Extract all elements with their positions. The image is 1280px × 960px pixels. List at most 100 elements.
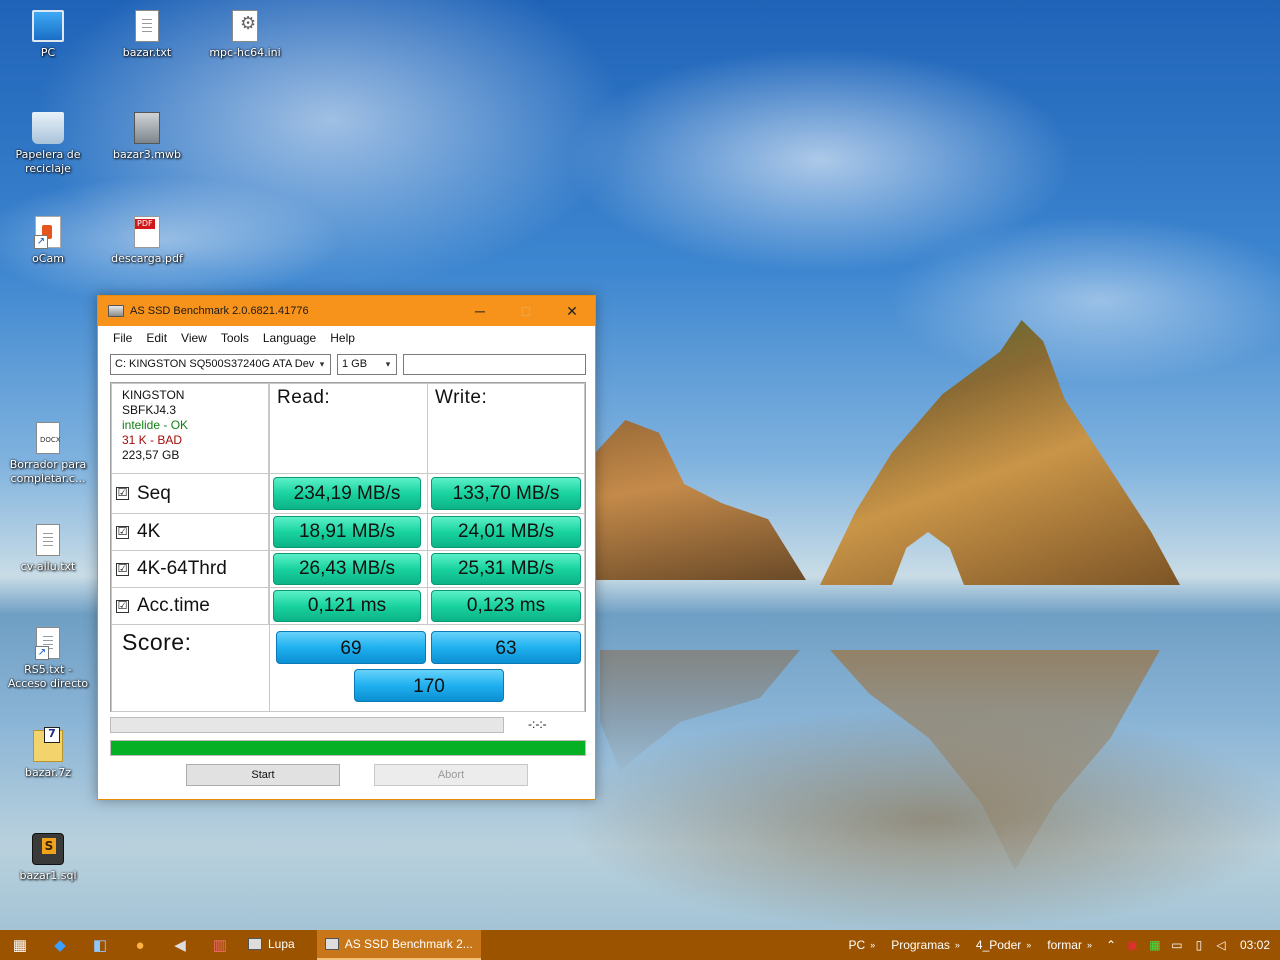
desktop-icon-cv-allu-txt[interactable]: cv-allu.txt xyxy=(4,524,92,574)
drive-firmware: SBFKJ4.3 xyxy=(122,403,177,417)
desktop-icon-label: Papelera de reciclaje xyxy=(15,148,81,175)
drive-info: KINGSTON SBFKJ4.3 intelide - OK 31 K - B… xyxy=(111,383,269,474)
desktop-icon-label: bazar1.sql xyxy=(19,869,77,882)
menu-help[interactable]: Help xyxy=(323,331,362,345)
show-hidden-icons-icon[interactable]: ⌃ xyxy=(1100,938,1122,952)
read-header: Read: xyxy=(269,383,428,474)
battery-icon[interactable]: ▯ xyxy=(1188,938,1210,952)
desktop-icon-bazar3-mwb[interactable]: bazar3.mwb xyxy=(103,112,191,162)
checkbox-4k-64thrd[interactable]: ☑ xyxy=(116,562,129,576)
desktop-icon-bazar1-sql[interactable]: bazar1.sql xyxy=(4,833,92,883)
acc-read-result: 0,121 ms xyxy=(273,590,421,622)
progress-fill xyxy=(111,741,585,755)
chevron-icon: » xyxy=(954,940,960,950)
speaker-app-icon[interactable]: ◀ xyxy=(160,930,200,960)
4k64-write-result: 25,31 MB/s xyxy=(431,553,581,585)
task-label: AS SSD Benchmark 2... xyxy=(344,937,473,951)
overall-progress-bar xyxy=(110,740,586,756)
test-label: 4K xyxy=(137,521,161,542)
checkbox-acc-time[interactable]: ☑ xyxy=(116,599,129,613)
ocam-icon xyxy=(34,216,61,249)
test-label: 4K-64Thrd xyxy=(137,558,227,579)
desktop-icon-label: RS5.txt - Acceso directo xyxy=(7,663,89,690)
winrar-icon[interactable]: ▥ xyxy=(200,930,240,960)
firefox-icon[interactable]: ● xyxy=(120,930,160,960)
drive-app-icon xyxy=(108,305,124,317)
results-grid: KINGSTON SBFKJ4.3 intelide - OK 31 K - B… xyxy=(110,382,586,712)
alignment-status: 31 K - BAD xyxy=(122,433,183,447)
chevron-icon: » xyxy=(1026,940,1032,950)
chevron-down-icon: ▾ xyxy=(385,359,391,369)
test-row-seq[interactable]: ☑ Seq xyxy=(111,473,269,514)
gpu-monitor-icon[interactable]: ▦ xyxy=(1144,938,1166,952)
menu-file[interactable]: File xyxy=(106,331,139,345)
shortcut-icon xyxy=(35,627,60,660)
desktop-icon-descarga-pdf[interactable]: descarga.pdf xyxy=(103,216,191,266)
wallpaper-reflection xyxy=(830,650,1160,870)
desktop-icon-rs5-shortcut[interactable]: RS5.txt - Acceso directo xyxy=(4,627,92,691)
size-select[interactable]: 1 GB ▾ xyxy=(337,354,397,375)
desktop-icon-mpc-ini[interactable]: mpc-hc64.ini xyxy=(201,10,289,60)
minimize-button[interactable]: ─ xyxy=(457,296,503,326)
test-row-acc-time[interactable]: ☑ Acc.time xyxy=(111,587,269,625)
computer-icon xyxy=(32,10,64,42)
test-label: Acc.time xyxy=(137,595,210,616)
as-ssd-window[interactable]: AS SSD Benchmark 2.0.6821.41776 ─ □ ✕ Fi… xyxy=(97,295,596,800)
test-label: Seq xyxy=(137,482,171,504)
menu-view[interactable]: View xyxy=(174,331,214,345)
title-bar[interactable]: AS SSD Benchmark 2.0.6821.41776 ─ □ ✕ xyxy=(98,296,595,326)
maximize-button[interactable]: □ xyxy=(503,296,549,326)
task-as-ssd[interactable]: AS SSD Benchmark 2... xyxy=(316,930,481,960)
desktop-icon-recycle-bin[interactable]: Papelera de reciclaje xyxy=(4,112,92,176)
test-row-4k[interactable]: ☑ 4K xyxy=(111,513,269,551)
menu-bar: File Edit View Tools Language Help xyxy=(98,326,595,350)
toolbar-formar[interactable]: formar » xyxy=(1039,938,1100,952)
abort-button[interactable]: Abort xyxy=(374,764,528,786)
menu-tools[interactable]: Tools xyxy=(214,331,256,345)
status-field[interactable] xyxy=(403,354,586,375)
desktop-icon-pc[interactable]: PC xyxy=(4,10,92,60)
desktop-icon-label: cv-allu.txt xyxy=(20,560,76,573)
score-label: Score: xyxy=(111,624,270,712)
vscode-icon[interactable]: ◆ xyxy=(40,930,80,960)
menu-edit[interactable]: Edit xyxy=(139,331,174,345)
pdf-file-icon xyxy=(134,216,160,248)
app-icon[interactable]: ◧ xyxy=(80,930,120,960)
4k64-read-result: 26,43 MB/s xyxy=(273,553,421,585)
acc-write-result: 0,123 ms xyxy=(431,590,581,622)
task-label: Lupa xyxy=(268,937,295,951)
text-file-icon xyxy=(36,524,60,556)
close-button[interactable]: ✕ xyxy=(549,296,595,326)
task-view-icon[interactable]: ▦ xyxy=(0,930,40,960)
start-button[interactable]: Start xyxy=(186,764,340,786)
toolbar-label: formar xyxy=(1047,938,1082,952)
toolbar-pc[interactable]: PC » xyxy=(841,938,884,952)
drive-app-icon xyxy=(324,938,339,950)
magnifier-icon xyxy=(248,938,262,950)
clock[interactable]: 03:02 xyxy=(1232,938,1280,952)
score-total: 170 xyxy=(354,669,504,702)
window-title: AS SSD Benchmark 2.0.6821.41776 xyxy=(130,305,309,317)
chevron-icon: » xyxy=(870,940,876,950)
checkbox-4k[interactable]: ☑ xyxy=(116,525,129,539)
drive-model: KINGSTON xyxy=(122,388,185,402)
toolbar-programas[interactable]: Programas » xyxy=(883,938,968,952)
menu-language[interactable]: Language xyxy=(256,331,323,345)
monitor-icon[interactable]: ▣ xyxy=(1122,938,1144,952)
volume-icon[interactable]: ◁ xyxy=(1210,938,1232,952)
display-icon[interactable]: ▭ xyxy=(1166,938,1188,952)
desktop-icon-label: bazar3.mwb xyxy=(113,148,181,161)
wallpaper-reflection-small xyxy=(600,650,800,770)
desktop-icon-borrador-docx[interactable]: Borrador para completar.c... xyxy=(4,422,92,486)
toolbar-4-poder[interactable]: 4_Poder » xyxy=(968,938,1039,952)
desktop-icon-ocam[interactable]: oCam xyxy=(4,216,92,266)
checkbox-seq[interactable]: ☑ xyxy=(116,487,129,500)
chevron-down-icon: ▾ xyxy=(319,359,325,369)
task-lupa[interactable]: Lupa xyxy=(240,930,303,960)
test-row-4k-64thrd[interactable]: ☑ 4K-64Thrd xyxy=(111,550,269,588)
desktop-icon-label: PC xyxy=(40,46,56,59)
4k-write-result: 24,01 MB/s xyxy=(431,516,581,548)
desktop-icon-bazar-txt[interactable]: bazar.txt xyxy=(103,10,191,60)
drive-select[interactable]: C: KINGSTON SQ500S37240G ATA Dev ▾ xyxy=(110,354,331,375)
desktop-icon-bazar-7z[interactable]: bazar.7z xyxy=(4,727,92,780)
